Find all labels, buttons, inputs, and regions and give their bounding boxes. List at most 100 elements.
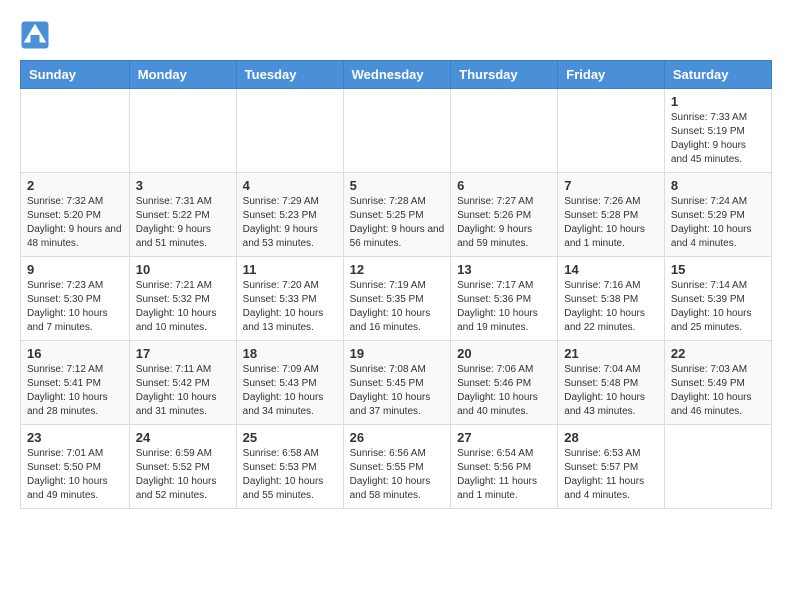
day-info: Sunrise: 7:24 AM Sunset: 5:29 PM Dayligh… <box>671 195 765 251</box>
day-number: 22 <box>671 346 765 361</box>
calendar-week-row: 23 Sunrise: 7:01 AM Sunset: 5:50 PM Dayli… <box>21 425 772 509</box>
day-info: Sunrise: 7:29 AM Sunset: 5:23 PM Dayligh… <box>243 195 337 251</box>
day-info: Sunrise: 7:08 AM Sunset: 5:45 PM Dayligh… <box>350 363 445 419</box>
calendar-cell <box>21 89 130 173</box>
weekday-header: Friday <box>558 61 665 89</box>
day-number: 5 <box>350 178 445 193</box>
day-info: Sunrise: 6:58 AM Sunset: 5:53 PM Dayligh… <box>243 447 337 503</box>
day-number: 24 <box>136 430 230 445</box>
day-number: 26 <box>350 430 445 445</box>
calendar-cell: 14Sunrise: 7:16 AM Sunset: 5:38 PM Dayli… <box>558 257 665 341</box>
weekday-header: Saturday <box>664 61 771 89</box>
calendar-cell: 15 Sunrise: 7:14 AM Sunset: 5:39 PM Dayli… <box>664 257 771 341</box>
calendar-week-row: 2 Sunrise: 7:32 AM Sunset: 5:20 PM Daylig… <box>21 173 772 257</box>
day-number: 27 <box>457 430 551 445</box>
calendar-cell: 9 Sunrise: 7:23 AM Sunset: 5:30 PM Daylig… <box>21 257 130 341</box>
day-number: 17 <box>136 346 230 361</box>
day-number: 6 <box>457 178 551 193</box>
day-number: 23 <box>27 430 123 445</box>
calendar-cell <box>664 425 771 509</box>
calendar-cell: 5 Sunrise: 7:28 AM Sunset: 5:25 PM Daylig… <box>343 173 451 257</box>
day-number: 19 <box>350 346 445 361</box>
day-info: Sunrise: 7:12 AM Sunset: 5:41 PM Dayligh… <box>27 363 123 419</box>
day-info: Sunrise: 7:01 AM Sunset: 5:50 PM Dayligh… <box>27 447 123 503</box>
calendar-cell: 10 Sunrise: 7:21 AM Sunset: 5:32 PM Dayli… <box>129 257 236 341</box>
weekday-header: Sunday <box>21 61 130 89</box>
calendar-cell: 8Sunrise: 7:24 AM Sunset: 5:29 PM Daylig… <box>664 173 771 257</box>
page-header <box>20 20 772 50</box>
day-number: 12 <box>350 262 445 277</box>
day-info: Sunrise: 6:56 AM Sunset: 5:55 PM Dayligh… <box>350 447 445 503</box>
day-info: Sunrise: 6:54 AM Sunset: 5:56 PM Dayligh… <box>457 447 551 503</box>
day-info: Sunrise: 7:19 AM Sunset: 5:35 PM Dayligh… <box>350 279 445 335</box>
calendar-cell: 2 Sunrise: 7:32 AM Sunset: 5:20 PM Daylig… <box>21 173 130 257</box>
calendar-cell: 20 Sunrise: 7:06 AM Sunset: 5:46 PM Dayli… <box>451 341 558 425</box>
day-info: Sunrise: 7:20 AM Sunset: 5:33 PM Dayligh… <box>243 279 337 335</box>
day-number: 9 <box>27 262 123 277</box>
day-number: 15 <box>671 262 765 277</box>
calendar-cell: 22 Sunrise: 7:03 AM Sunset: 5:49 PM Dayli… <box>664 341 771 425</box>
day-number: 4 <box>243 178 337 193</box>
weekday-header: Tuesday <box>236 61 343 89</box>
calendar-cell: 16Sunrise: 7:12 AM Sunset: 5:41 PM Dayli… <box>21 341 130 425</box>
day-number: 1 <box>671 94 765 109</box>
day-info: Sunrise: 7:09 AM Sunset: 5:43 PM Dayligh… <box>243 363 337 419</box>
calendar-cell <box>129 89 236 173</box>
day-info: Sunrise: 7:21 AM Sunset: 5:32 PM Dayligh… <box>136 279 230 335</box>
day-number: 20 <box>457 346 551 361</box>
day-info: Sunrise: 7:14 AM Sunset: 5:39 PM Dayligh… <box>671 279 765 335</box>
calendar-cell: 26 Sunrise: 6:56 AM Sunset: 5:55 PM Dayli… <box>343 425 451 509</box>
day-number: 28 <box>564 430 658 445</box>
day-info: Sunrise: 7:04 AM Sunset: 5:48 PM Dayligh… <box>564 363 658 419</box>
day-number: 11 <box>243 262 337 277</box>
calendar-cell: 18 Sunrise: 7:09 AM Sunset: 5:43 PM Dayli… <box>236 341 343 425</box>
weekday-header: Thursday <box>451 61 558 89</box>
day-number: 3 <box>136 178 230 193</box>
day-info: Sunrise: 7:06 AM Sunset: 5:46 PM Dayligh… <box>457 363 551 419</box>
day-number: 25 <box>243 430 337 445</box>
calendar-week-row: 16Sunrise: 7:12 AM Sunset: 5:41 PM Dayli… <box>21 341 772 425</box>
calendar-cell: 28 Sunrise: 6:53 AM Sunset: 5:57 PM Dayli… <box>558 425 665 509</box>
calendar-cell: 11 Sunrise: 7:20 AM Sunset: 5:33 PM Dayli… <box>236 257 343 341</box>
calendar-cell: 23 Sunrise: 7:01 AM Sunset: 5:50 PM Dayli… <box>21 425 130 509</box>
calendar-cell: 17 Sunrise: 7:11 AM Sunset: 5:42 PM Dayli… <box>129 341 236 425</box>
day-info: Sunrise: 7:17 AM Sunset: 5:36 PM Dayligh… <box>457 279 551 335</box>
calendar-cell: 6Sunrise: 7:27 AM Sunset: 5:26 PM Daylig… <box>451 173 558 257</box>
day-info: Sunrise: 7:32 AM Sunset: 5:20 PM Dayligh… <box>27 195 123 251</box>
day-info: Sunrise: 6:53 AM Sunset: 5:57 PM Dayligh… <box>564 447 658 503</box>
day-info: Sunrise: 7:23 AM Sunset: 5:30 PM Dayligh… <box>27 279 123 335</box>
day-info: Sunrise: 7:16 AM Sunset: 5:38 PM Dayligh… <box>564 279 658 335</box>
day-info: Sunrise: 7:11 AM Sunset: 5:42 PM Dayligh… <box>136 363 230 419</box>
calendar-cell: 24 Sunrise: 6:59 AM Sunset: 5:52 PM Dayli… <box>129 425 236 509</box>
weekday-header: Monday <box>129 61 236 89</box>
day-info: Sunrise: 6:59 AM Sunset: 5:52 PM Dayligh… <box>136 447 230 503</box>
day-number: 10 <box>136 262 230 277</box>
calendar-cell: 3 Sunrise: 7:31 AM Sunset: 5:22 PM Daylig… <box>129 173 236 257</box>
weekday-header: Wednesday <box>343 61 451 89</box>
calendar-cell: 27 Sunrise: 6:54 AM Sunset: 5:56 PM Dayli… <box>451 425 558 509</box>
calendar-cell: 4 Sunrise: 7:29 AM Sunset: 5:23 PM Daylig… <box>236 173 343 257</box>
day-info: Sunrise: 7:31 AM Sunset: 5:22 PM Dayligh… <box>136 195 230 251</box>
day-number: 21 <box>564 346 658 361</box>
calendar-cell: 21 Sunrise: 7:04 AM Sunset: 5:48 PM Dayli… <box>558 341 665 425</box>
calendar-cell <box>451 89 558 173</box>
calendar-table: SundayMondayTuesdayWednesdayThursdayFrid… <box>20 60 772 509</box>
logo-icon <box>20 20 50 50</box>
logo <box>20 20 52 50</box>
day-info: Sunrise: 7:28 AM Sunset: 5:25 PM Dayligh… <box>350 195 445 251</box>
calendar-header-row: SundayMondayTuesdayWednesdayThursdayFrid… <box>21 61 772 89</box>
calendar-cell: 13Sunrise: 7:17 AM Sunset: 5:36 PM Dayli… <box>451 257 558 341</box>
calendar-cell: 19 Sunrise: 7:08 AM Sunset: 5:45 PM Dayli… <box>343 341 451 425</box>
day-info: Sunrise: 7:26 AM Sunset: 5:28 PM Dayligh… <box>564 195 658 251</box>
calendar-cell: 12 Sunrise: 7:19 AM Sunset: 5:35 PM Dayli… <box>343 257 451 341</box>
calendar-cell <box>558 89 665 173</box>
calendar-cell <box>236 89 343 173</box>
day-info: Sunrise: 7:03 AM Sunset: 5:49 PM Dayligh… <box>671 363 765 419</box>
calendar-cell: 1 Sunrise: 7:33 AM Sunset: 5:19 PM Daylig… <box>664 89 771 173</box>
day-number: 7 <box>564 178 658 193</box>
calendar-cell: 25 Sunrise: 6:58 AM Sunset: 5:53 PM Dayli… <box>236 425 343 509</box>
day-number: 18 <box>243 346 337 361</box>
day-number: 2 <box>27 178 123 193</box>
calendar-week-row: 9 Sunrise: 7:23 AM Sunset: 5:30 PM Daylig… <box>21 257 772 341</box>
day-info: Sunrise: 7:33 AM Sunset: 5:19 PM Dayligh… <box>671 111 765 167</box>
